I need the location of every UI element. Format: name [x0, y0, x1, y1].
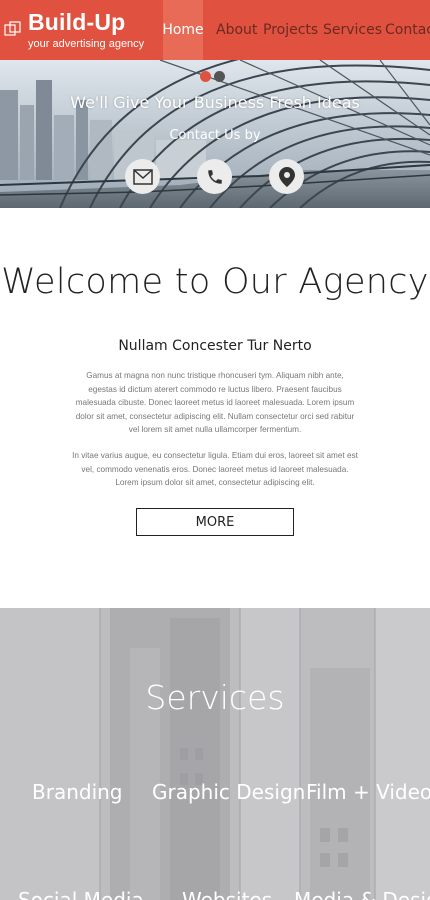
service-branding[interactable]: Branding — [32, 780, 123, 804]
hero-title: We'll Give Your Business Fresh Ideas — [70, 93, 360, 112]
main-nav: Home About Projects Services Contacts — [162, 0, 430, 60]
nav-item-contacts[interactable]: Contacts — [385, 0, 430, 60]
more-button[interactable]: MORE — [136, 508, 294, 536]
brand-tagline: your advertising agency — [28, 38, 145, 50]
welcome-paragraph-1: Gamus at magna non nunc tristique rhoncu… — [75, 371, 355, 434]
welcome-paragraph-2: In vitae varius augue, eu consectetur li… — [72, 451, 358, 487]
service-graphic-design[interactable]: Graphic Design — [152, 780, 305, 804]
location-pin-icon — [278, 166, 295, 187]
services-title: Services — [145, 678, 285, 717]
phone-button[interactable] — [197, 159, 232, 194]
phone-icon — [207, 169, 222, 184]
service-websites[interactable]: Websites — [182, 888, 272, 900]
hero-slider: We'll Give Your Business Fresh Ideas Con… — [0, 60, 430, 208]
mail-button[interactable] — [125, 159, 160, 194]
nav-item-projects[interactable]: Projects — [263, 0, 318, 60]
services-background-image — [0, 608, 430, 900]
brand-logo[interactable]: Build-Up your advertising agency — [0, 0, 163, 60]
service-social-media[interactable]: Social Media — [18, 888, 144, 900]
brand-name: Build-Up — [28, 9, 126, 35]
header: Build-Up your advertising agency Home Ab… — [0, 0, 430, 60]
services-section: Services Branding Graphic Design Film + … — [0, 608, 430, 900]
service-media-design[interactable]: Media & Design — [294, 888, 430, 900]
location-button[interactable] — [269, 159, 304, 194]
slider-dot-1[interactable] — [200, 71, 211, 82]
nav-item-services[interactable]: Services — [323, 0, 382, 60]
welcome-subtitle: Nullam Concester Tur Nerto — [118, 338, 312, 354]
nav-item-home[interactable]: Home — [162, 0, 204, 60]
mail-icon — [132, 168, 153, 185]
logo-icon — [4, 21, 21, 36]
nav-item-about[interactable]: About — [216, 0, 257, 60]
hero-subtitle: Contact Us by — [169, 128, 261, 143]
slider-dots — [200, 71, 225, 82]
welcome-title: Welcome to Our Agency — [1, 262, 429, 302]
slider-dot-2[interactable] — [214, 71, 225, 82]
service-film-video[interactable]: Film + Video — [306, 780, 430, 804]
